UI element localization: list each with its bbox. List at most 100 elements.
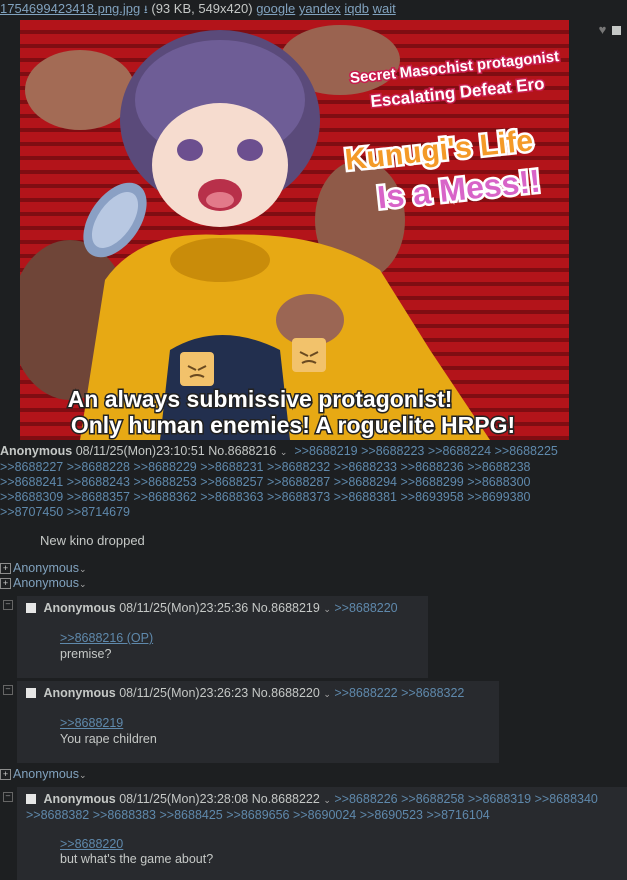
file-info-bar: 1754699423418.png.jpg ⭳ (93 KB, 549x420)… [0,0,396,18]
backlink[interactable]: >>8688225 [495,444,558,458]
reply-info: Anonymous 08/11/25(Mon)23:26:23 No.86882… [26,686,464,700]
google-search-link[interactable]: google [256,1,295,16]
backlink[interactable]: >>8690024 [293,808,356,822]
reply-datetime: 08/11/25(Mon)23:25:36 [119,601,249,615]
backlink[interactable]: >>8688243 [67,475,130,489]
reply-message: premise? [60,647,112,661]
chevron-down-icon[interactable]: ⌄ [323,795,331,805]
backlink[interactable]: >>8707450 [0,505,63,519]
expand-icon[interactable]: + [0,563,11,575]
op-post-number[interactable]: No.8688216 [208,444,276,458]
backlink[interactable]: >>8688299 [401,475,464,489]
backlink[interactable]: >>8688229 [134,460,197,474]
reply-message: You rape children [60,732,157,746]
reply-info: Anonymous 08/11/25(Mon)23:28:08 No.86882… [26,792,616,823]
backlink[interactable]: >>8688362 [134,490,197,504]
reply-post: Anonymous 08/11/25(Mon)23:25:36 No.86882… [17,596,428,678]
hidden-post-name[interactable]: Anonymous [13,561,79,575]
backlink[interactable]: >>8688241 [0,475,63,489]
download-icon[interactable]: ⭳ [144,1,148,19]
select-checkbox[interactable] [26,688,36,698]
backlink[interactable]: >>8688226 [334,792,397,806]
reply-post-number[interactable]: No.8688222 [252,792,320,806]
quote-link[interactable]: >>8688219 [60,716,123,730]
select-checkbox[interactable] [26,603,36,613]
op-message: New kino dropped [40,533,145,548]
checkbox-icon[interactable] [612,26,621,36]
op-post-info: Anonymous 08/11/25(Mon)23:10:51 No.86882… [0,444,627,520]
op-image-art: Secret Masochist protagonist Escalating … [20,20,569,440]
chevron-down-icon[interactable]: ⌄ [323,604,331,614]
backlink[interactable]: >>8688236 [401,460,464,474]
backlink[interactable]: >>8688425 [160,808,223,822]
backlink[interactable]: >>8716104 [427,808,490,822]
chevron-down-icon[interactable]: ⌄ [79,564,87,574]
backlink[interactable]: >>8688322 [401,686,464,700]
backlink[interactable]: >>8688287 [267,475,330,489]
backlink[interactable]: >>8688224 [428,444,491,458]
backlink[interactable]: >>8688357 [67,490,130,504]
collapse-icon[interactable]: – [3,792,13,802]
chevron-down-icon[interactable]: ⌄ [323,689,331,699]
heart-icon[interactable]: ♥ [599,22,607,37]
quote-link[interactable]: >>8688220 [60,837,123,851]
hidden-post[interactable]: + Anonymous⌄ [0,576,87,591]
reply-info: Anonymous 08/11/25(Mon)23:25:36 No.86882… [26,601,398,615]
reply-post-number[interactable]: No.8688219 [252,601,320,615]
backlink[interactable]: >>8688319 [468,792,531,806]
backlink[interactable]: >>8688238 [467,460,530,474]
chevron-down-icon[interactable]: ⌄ [79,579,87,589]
backlink[interactable]: >>8688383 [93,808,156,822]
backlink[interactable]: >>8688363 [200,490,263,504]
backlink[interactable]: >>8699380 [467,490,530,504]
reply-post-number[interactable]: No.8688220 [252,686,320,700]
backlink[interactable]: >>8688373 [267,490,330,504]
reply-datetime: 08/11/25(Mon)23:28:08 [119,792,249,806]
op-image[interactable]: Secret Masochist protagonist Escalating … [20,20,569,440]
backlink[interactable]: >>8693958 [401,490,464,504]
expand-icon[interactable]: + [0,769,11,781]
hidden-post[interactable]: + Anonymous⌄ [0,767,87,782]
collapse-icon[interactable]: – [3,685,13,695]
file-name-link[interactable]: 1754699423418.png.jpg [0,1,140,16]
chevron-down-icon[interactable]: ⌄ [280,447,288,457]
backlink[interactable]: >>8688294 [334,475,397,489]
wait-search-link[interactable]: wait [373,1,396,16]
backlink[interactable]: >>8714679 [67,505,130,519]
backlink[interactable]: >>8688340 [535,792,598,806]
op-datetime: 08/11/25(Mon)23:10:51 [75,444,205,458]
collapse-icon[interactable]: – [3,600,13,610]
yandex-search-link[interactable]: yandex [299,1,341,16]
backlink[interactable]: >>8688231 [200,460,263,474]
backlink[interactable]: >>8688300 [467,475,530,489]
iqdb-search-link[interactable]: iqdb [344,1,369,16]
hidden-post-name[interactable]: Anonymous [13,576,79,590]
backlink[interactable]: >>8688223 [361,444,424,458]
backlink[interactable]: >>8690523 [360,808,423,822]
backlink[interactable]: >>8688233 [334,460,397,474]
hidden-post[interactable]: + Anonymous⌄ [0,561,87,576]
backlink[interactable]: >>8688220 [334,601,397,615]
backlink[interactable]: >>8688257 [200,475,263,489]
expand-icon[interactable]: + [0,578,11,590]
backlink[interactable]: >>8688382 [26,808,89,822]
backlink[interactable]: >>8688258 [401,792,464,806]
backlink[interactable]: >>8688232 [267,460,330,474]
backlink[interactable]: >>8689656 [226,808,289,822]
quote-link[interactable]: >>8688216 (OP) [60,631,153,645]
backlink[interactable]: >>8688381 [334,490,397,504]
hidden-post-name[interactable]: Anonymous [13,767,79,781]
backlink[interactable]: >>8688253 [134,475,197,489]
reply-datetime: 08/11/25(Mon)23:26:23 [119,686,249,700]
reply-name: Anonymous [43,601,116,615]
chevron-down-icon[interactable]: ⌄ [79,770,87,780]
backlink[interactable]: >>8688228 [67,460,130,474]
backlink[interactable]: >>8688309 [0,490,63,504]
bottom-text-1: An always submissive protagonist! [68,386,453,412]
select-checkbox[interactable] [26,794,36,804]
reply-message: but what's the game about? [60,852,214,866]
backlink[interactable]: >>8688219 [294,444,357,458]
op-name: Anonymous [0,444,73,458]
backlink[interactable]: >>8688222 [334,686,397,700]
backlink[interactable]: >>8688227 [0,460,63,474]
